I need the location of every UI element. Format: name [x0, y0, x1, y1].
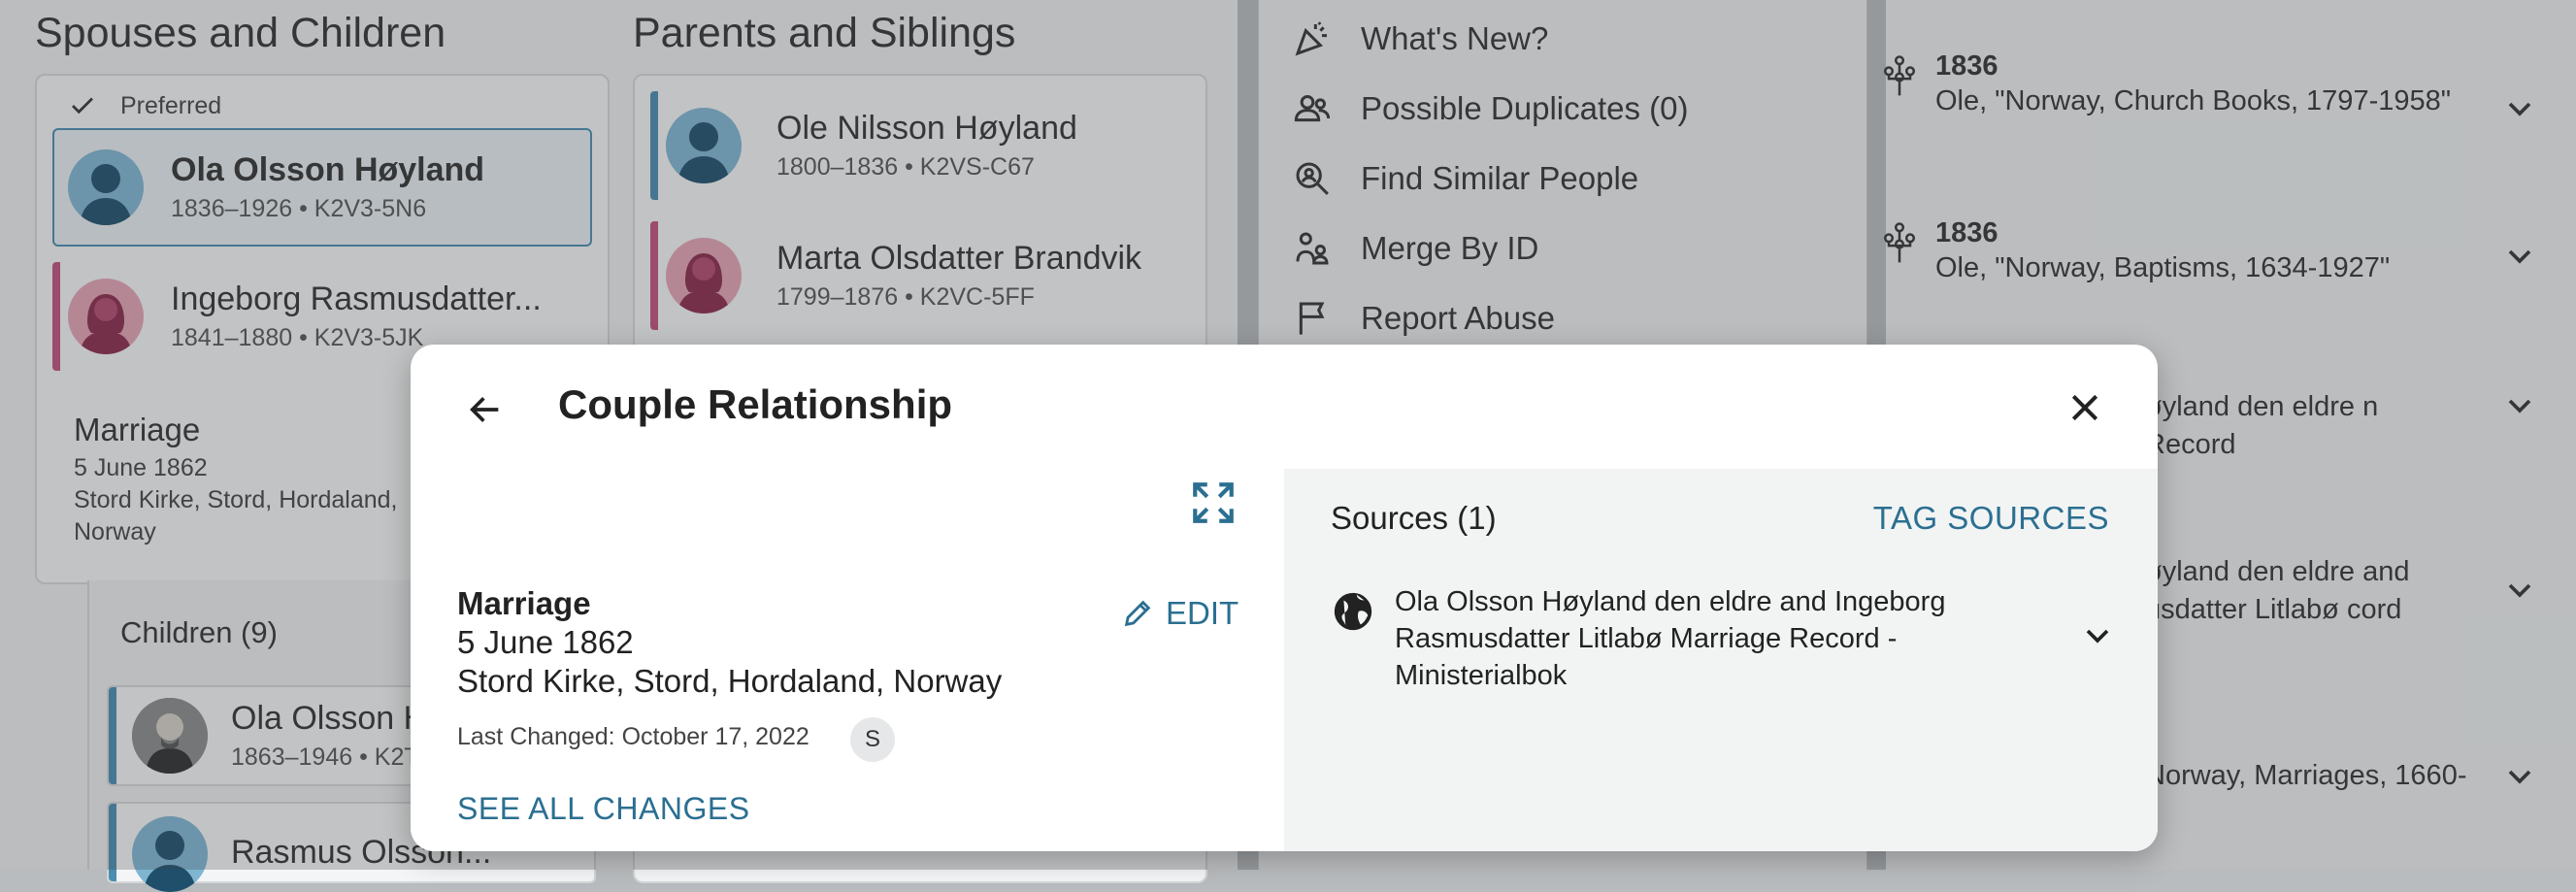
expand-icon[interactable]	[1189, 479, 1238, 527]
last-changed-text: Last Changed: October 17, 2022	[457, 723, 809, 750]
chevron-down-icon[interactable]	[2078, 616, 2117, 655]
sources-pane: Sources (1) TAG SOURCES Ola Olsson Høyla…	[1284, 469, 2158, 851]
dialog-header: Couple Relationship	[411, 345, 2158, 469]
couple-relationship-dialog: Couple Relationship Marriage 5 June 1862…	[411, 345, 2158, 851]
close-button[interactable]	[2061, 383, 2109, 432]
event-place: Stord Kirke, Stord, Hordaland, Norway	[457, 663, 1003, 699]
back-button[interactable]	[461, 385, 510, 434]
contributor-avatar[interactable]: S	[850, 717, 895, 762]
back-arrow-icon	[470, 397, 499, 422]
event-type: Marriage	[457, 585, 591, 621]
event-date: 5 June 1862	[457, 624, 634, 660]
edit-button[interactable]: EDIT	[1121, 595, 1238, 632]
event-details-pane: Marriage 5 June 1862 Stord Kirke, Stord,…	[411, 469, 1284, 851]
see-all-changes-link[interactable]: SEE ALL CHANGES	[457, 791, 750, 827]
edit-label: EDIT	[1166, 595, 1239, 631]
source-item[interactable]: Ola Olsson Høyland den eldre and Ingebor…	[1331, 583, 2117, 700]
pencil-icon	[1124, 600, 1151, 627]
source-title: Ola Olsson Høyland den eldre and Ingebor…	[1395, 586, 1946, 691]
tag-sources-button[interactable]: TAG SOURCES	[1873, 500, 2109, 537]
globe-icon	[1334, 592, 1372, 631]
close-icon	[2071, 394, 2098, 421]
sources-title: Sources (1)	[1331, 500, 1497, 536]
dialog-title: Couple Relationship	[558, 381, 953, 427]
